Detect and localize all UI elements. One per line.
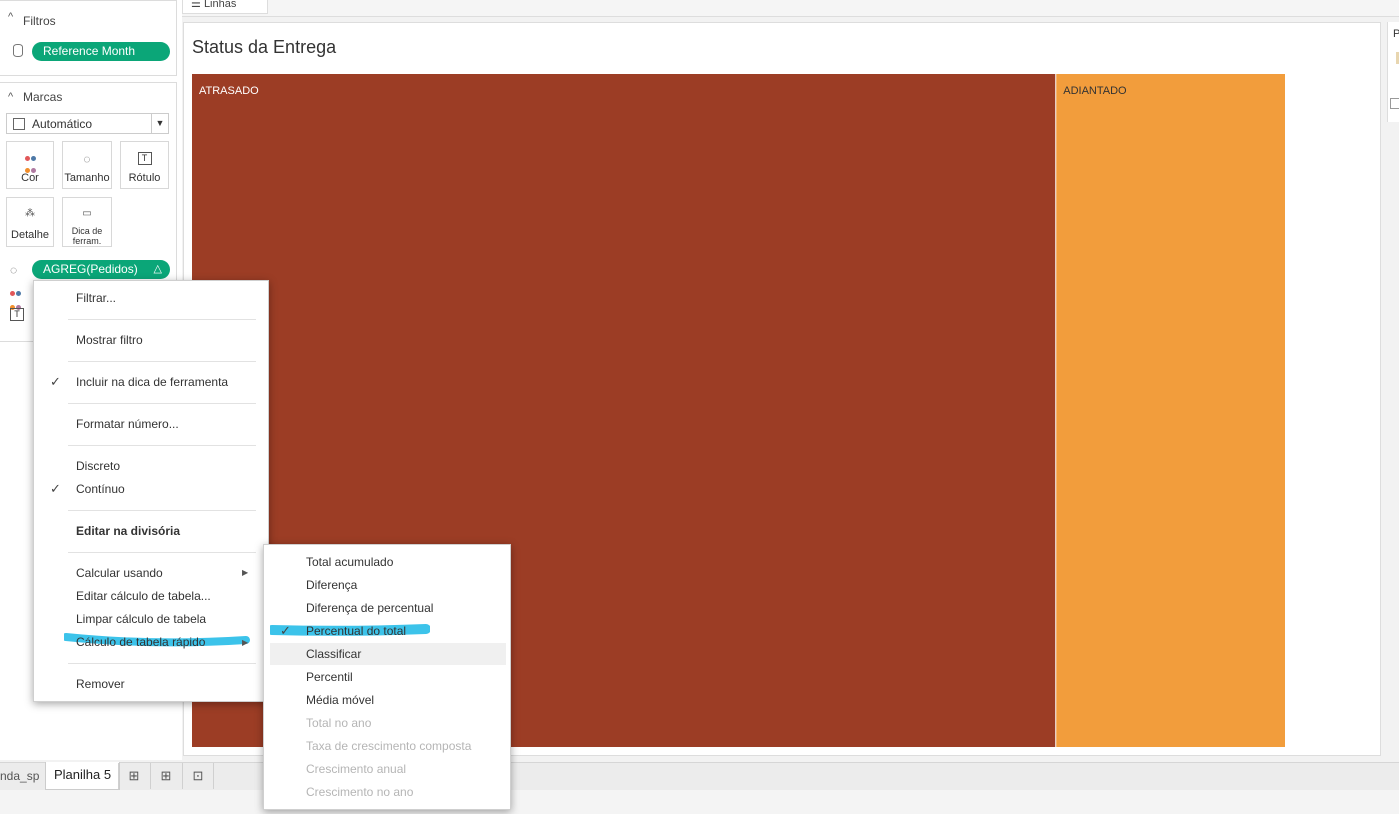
menu-divider: [68, 319, 256, 320]
menu-item-include-tooltip[interactable]: Incluir na dica de ferramenta: [76, 375, 228, 389]
detail-tree-icon: ⁂: [25, 208, 35, 219]
measure-pill-agreg-pedidos[interactable]: AGREG(Pedidos) △: [32, 260, 170, 279]
delta-icon: △: [153, 263, 162, 275]
submenu-item-compound-growth: Taxa de crescimento composta: [306, 739, 472, 753]
new-story-icon[interactable]: ⊡: [182, 763, 214, 789]
check-icon: ✓: [280, 623, 291, 638]
marks-title: Marcas: [23, 90, 63, 104]
rows-shelf[interactable]: ☰ Linhas: [182, 0, 268, 14]
measure-pill-label: AGREG(Pedidos): [43, 262, 138, 276]
menu-divider: [68, 403, 256, 404]
treemap-label-adiantado: ADIANTADO: [1063, 85, 1127, 97]
menu-divider: [68, 510, 256, 511]
menu-item-filter[interactable]: Filtrar...: [76, 291, 116, 305]
status-bar: [0, 790, 1399, 814]
menu-item-edit-in-shelf[interactable]: Editar na divisória: [76, 524, 180, 538]
submenu-item-moving-average[interactable]: Média móvel: [306, 693, 374, 707]
label-button[interactable]: T Rótulo: [120, 141, 169, 189]
square-icon: [13, 118, 25, 130]
menu-item-compute-using[interactable]: Calcular usando: [76, 566, 163, 580]
menu-item-format-number[interactable]: Formatar número...: [76, 417, 179, 431]
check-icon: ✓: [50, 374, 61, 389]
submenu-item-rank[interactable]: Classificar: [306, 647, 361, 661]
dropdown-arrow-icon: ▼: [151, 114, 168, 133]
submenu-item-difference[interactable]: Diferença: [306, 578, 357, 592]
menu-item-quick-table-calc[interactable]: Cálculo de tabela rápido: [76, 635, 205, 649]
menu-divider: [68, 552, 256, 553]
submenu-item-ytd-total: Total no ano: [306, 716, 372, 730]
submenu-item-percentile[interactable]: Percentil: [306, 670, 353, 684]
mark-type-select[interactable]: Automático ▼: [6, 113, 169, 134]
color-button[interactable]: Cor: [6, 141, 54, 189]
detail-button-label: Detalhe: [11, 229, 49, 241]
size-circles-icon: ◌: [10, 263, 18, 277]
detail-button[interactable]: ⁂ Detalhe: [6, 197, 54, 247]
chevron-up-icon[interactable]: ^: [8, 91, 13, 103]
treemap-label-atrasado: ATRASADO: [199, 85, 259, 97]
submenu-item-percent-of-total[interactable]: Percentual do total: [306, 624, 406, 638]
tooltip-button-label-2: ferram.: [72, 236, 102, 246]
legend-title: P: [1393, 28, 1399, 40]
menu-item-clear-table-calc[interactable]: Limpar cálculo de tabela: [76, 612, 206, 626]
menu-item-continuous[interactable]: Contínuo: [76, 482, 125, 496]
check-icon: ✓: [50, 481, 61, 496]
chevron-up-icon[interactable]: ^: [8, 11, 13, 23]
size-button-label: Tamanho: [64, 172, 110, 184]
color-button-label: Cor: [21, 172, 39, 184]
submenu-arrow-icon: ▶: [242, 638, 249, 647]
menu-item-edit-table-calc[interactable]: Editar cálculo de tabela...: [76, 589, 211, 603]
size-circles-icon: ◌: [83, 152, 91, 166]
legend-panel: P: [1387, 22, 1399, 122]
treemap-tile-adiantado[interactable]: [1056, 74, 1285, 747]
menu-divider: [68, 663, 256, 664]
menu-divider: [68, 445, 256, 446]
submenu-item-year-over-year: Crescimento anual: [306, 762, 407, 776]
new-dashboard-icon[interactable]: ⊞: [150, 763, 181, 789]
menu-item-show-filter[interactable]: Mostrar filtro: [76, 333, 143, 347]
shelf-strip: [182, 0, 1399, 17]
submenu-item-running-total[interactable]: Total acumulado: [306, 555, 393, 569]
menu-item-discrete[interactable]: Discreto: [76, 459, 120, 473]
quick-table-calc-submenu: Total acumulado Diferença Diferença de p…: [263, 544, 511, 810]
cylinder-icon: [13, 44, 23, 57]
sheet-tabs-bar: nda_sp Planilha 5 ⊞ ⊞ ⊡: [0, 762, 1399, 791]
filter-pill-reference-month[interactable]: Reference Month: [32, 42, 170, 61]
rows-shelf-label: Linhas: [203, 0, 237, 10]
text-t-icon: T: [121, 152, 168, 166]
new-sheet-icon[interactable]: ⊞: [118, 763, 149, 789]
tooltip-button[interactable]: ▭ Dica de ferram.: [62, 197, 112, 247]
text-t-icon: T: [10, 308, 24, 321]
speech-bubble-icon: ▭: [82, 208, 92, 219]
size-button[interactable]: ◌ Tamanho: [62, 141, 112, 189]
legend-checkbox[interactable]: [1390, 98, 1399, 109]
context-menu: Filtrar... Mostrar filtro ✓ Incluir na d…: [33, 280, 269, 702]
menu-divider: [68, 361, 256, 362]
sheet-tab-prev[interactable]: nda_sp: [0, 769, 39, 783]
submenu-item-ytd-growth: Crescimento no ano: [306, 785, 414, 799]
tooltip-button-label-1: Dica de: [71, 226, 103, 236]
color-dots-icon: [7, 152, 53, 173]
sheet-title: Status da Entrega: [192, 37, 337, 57]
submenu-item-percent-difference[interactable]: Diferença de percentual: [306, 601, 433, 615]
submenu-arrow-icon: ▶: [242, 568, 249, 577]
filters-title: Filtros: [23, 14, 56, 28]
mark-type-value: Automático: [32, 117, 93, 131]
filters-card: ^ Filtros Reference Month: [0, 0, 177, 76]
sheet-tab-active[interactable]: Planilha 5: [45, 762, 121, 790]
list-icon: ☰: [191, 0, 201, 10]
menu-item-remove[interactable]: Remover: [76, 677, 125, 691]
color-dots-icon: [10, 285, 24, 310]
label-button-label: Rótulo: [128, 172, 161, 184]
